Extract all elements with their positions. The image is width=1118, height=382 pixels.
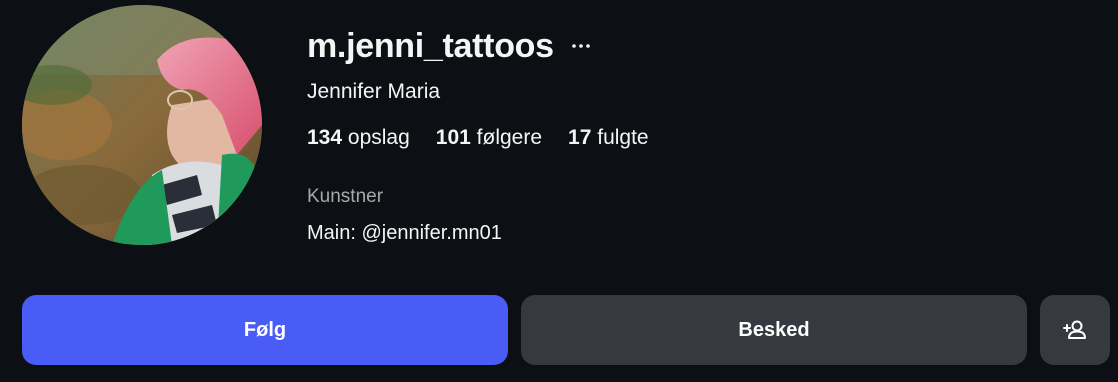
profile-category: Kunstner bbox=[307, 186, 384, 207]
action-buttons: Følg Besked bbox=[22, 295, 1110, 365]
profile-header: m.jenni_tattoos Jennifer Maria 134 opsla… bbox=[0, 0, 1118, 382]
profile-bio[interactable]: Main: @jennifer.mn01 bbox=[307, 222, 675, 245]
more-horizontal-icon[interactable] bbox=[570, 35, 592, 57]
username: m.jenni_tattoos bbox=[307, 26, 554, 65]
stat-followers[interactable]: 101 følgere bbox=[436, 126, 542, 150]
profile-info: m.jenni_tattoos Jennifer Maria 134 opsla… bbox=[307, 22, 675, 245]
avatar-photo bbox=[22, 5, 262, 245]
profile-stats: 134 opslag 101 følgere 17 fulgte bbox=[307, 126, 675, 150]
add-user-icon bbox=[1063, 320, 1086, 339]
message-button[interactable]: Besked bbox=[521, 295, 1027, 365]
stat-followers-count: 101 bbox=[435, 126, 471, 149]
stat-posts-label: opslag bbox=[347, 126, 410, 149]
stat-posts[interactable]: 134 opslag bbox=[307, 126, 410, 150]
add-user-button[interactable] bbox=[1040, 295, 1110, 365]
avatar[interactable] bbox=[22, 5, 262, 245]
stat-following-label: fulgte bbox=[597, 126, 649, 149]
stat-following[interactable]: 17 fulgte bbox=[568, 126, 649, 150]
stat-followers-label: følgere bbox=[476, 126, 543, 149]
full-name: Jennifer Maria bbox=[307, 80, 441, 103]
stat-posts-count: 134 bbox=[307, 126, 343, 149]
stat-following-count: 17 bbox=[568, 126, 592, 149]
title-row: m.jenni_tattoos bbox=[307, 22, 675, 70]
follow-button[interactable]: Følg bbox=[22, 295, 508, 365]
